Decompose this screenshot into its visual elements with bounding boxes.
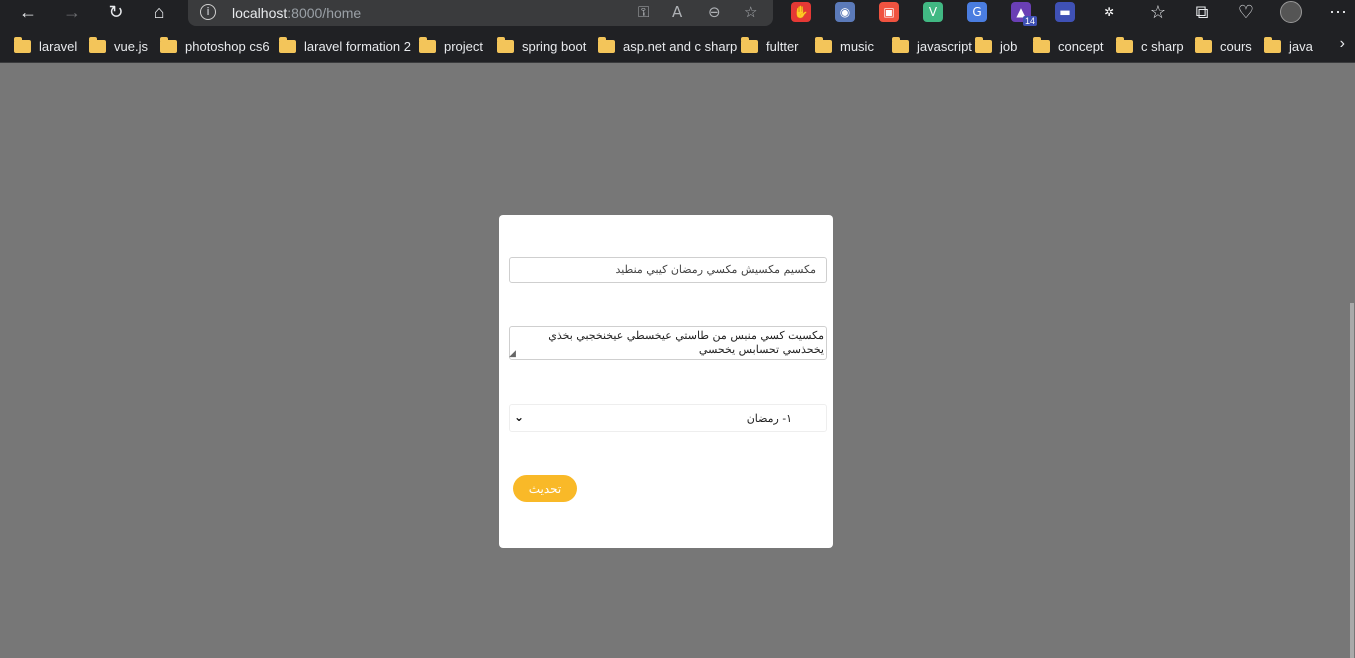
bookmark-label: laravel formation 2 [304, 38, 411, 54]
collections-icon[interactable]: ⧉ [1188, 0, 1216, 24]
extension-badge: 14 [1022, 16, 1037, 26]
folder-icon [160, 36, 177, 53]
bookmark-item[interactable]: project [419, 36, 484, 55]
folder-icon [892, 36, 909, 53]
category-select[interactable]: ١- رمضان ⌄ [509, 404, 827, 432]
bookmark-item[interactable]: laravel [14, 36, 78, 55]
bookmark-label: concept [1058, 38, 1104, 54]
bookmark-label: fultter [766, 38, 799, 54]
bookmark-item[interactable]: vue.js [89, 36, 148, 55]
folder-icon [89, 36, 106, 53]
url-path: :8000/home [287, 5, 362, 21]
bookmark-item[interactable]: music [815, 36, 874, 55]
mortarboard-extension[interactable]: ▲ 14 [1011, 2, 1037, 26]
bookmark-item[interactable]: spring boot [497, 36, 587, 55]
chat-extension[interactable]: ▬ [1055, 2, 1075, 22]
folder-icon [1033, 36, 1050, 53]
bookmark-label: project [444, 38, 484, 54]
vue-extension[interactable]: V [923, 2, 943, 22]
folder-icon [975, 36, 992, 53]
translate-extension[interactable]: G [967, 2, 987, 22]
folder-icon [279, 36, 296, 53]
resize-grip-icon[interactable]: ◢ [509, 350, 518, 359]
home-icon[interactable]: ⌂ [145, 0, 173, 24]
favorites-icon[interactable]: ☆ [1144, 0, 1172, 24]
bookmark-item[interactable]: laravel formation 2 [279, 36, 411, 55]
read-aloud-icon[interactable]: A [672, 3, 682, 21]
folder-icon [497, 36, 514, 53]
folder-icon [815, 36, 832, 53]
bookmark-label: vue.js [114, 38, 148, 54]
bookmark-item[interactable]: java [1264, 36, 1313, 55]
bookmark-label: photoshop cs6 [185, 38, 270, 54]
bookmark-item[interactable]: concept [1033, 36, 1104, 55]
browser-toolbar: ← → ↻ ⌂ i localhost:8000/home ⚿ A ⊖ ☆ ✋ ◉… [0, 0, 1355, 28]
bookmark-item[interactable]: photoshop cs6 [160, 36, 270, 55]
refresh-icon[interactable]: ↻ [102, 0, 130, 24]
description-textarea[interactable]: مكسيت كسي منبس من طاستي عيخسطي عيخنخجبي … [509, 326, 827, 360]
folder-icon [419, 36, 436, 53]
bookmark-label: javascript [917, 38, 972, 54]
key-icon[interactable]: ⚿ [638, 3, 649, 21]
folder-icon [741, 36, 758, 53]
bookmark-item[interactable]: job [975, 36, 1018, 55]
folder-icon [1195, 36, 1212, 53]
folder-icon [14, 36, 31, 53]
folder-icon [1264, 36, 1281, 53]
bookmark-label: asp.net and c sharp [623, 38, 738, 54]
bookmark-label: music [840, 38, 874, 54]
address-bar[interactable]: i localhost:8000/home ⚿ A ⊖ ☆ [188, 0, 773, 26]
bookmark-label: cours [1220, 38, 1252, 54]
bookmark-label: spring boot [522, 38, 587, 54]
folder-icon [1116, 36, 1133, 53]
browser-essentials-icon[interactable]: ♡ [1232, 0, 1260, 24]
more-icon[interactable]: ⋯ [1324, 0, 1352, 24]
chevron-down-icon: ⌄ [514, 410, 525, 424]
select-value: ١- رمضان [746, 412, 792, 425]
bookmark-label: laravel [39, 38, 78, 54]
bookmark-item[interactable]: javascript [892, 36, 972, 55]
puzzle-extension[interactable]: ✲ [1099, 2, 1119, 22]
scrollbar-thumb[interactable] [1350, 303, 1354, 658]
forward-icon[interactable]: → [58, 0, 86, 24]
bookmark-label: c sharp [1141, 38, 1184, 54]
chevron-right-icon[interactable]: › [1340, 35, 1345, 53]
adblock-extension[interactable]: ✋ [791, 2, 811, 22]
edit-modal: مكسيم مكسيش مكسي رمضان كيبي منطيد مكسيت … [499, 215, 833, 548]
bookmark-item[interactable]: c sharp [1116, 36, 1184, 55]
bookmark-label: job [1000, 38, 1018, 54]
profile-icon[interactable] [1277, 0, 1305, 24]
update-button[interactable]: تحديث [513, 475, 577, 502]
zoom-out-icon[interactable]: ⊖ [708, 3, 721, 21]
folder-icon [598, 36, 615, 53]
bookmark-label: java [1289, 38, 1313, 54]
add-favorite-icon[interactable]: ☆ [744, 3, 757, 21]
url-text: localhost:8000/home [232, 5, 361, 21]
url-host: localhost [232, 5, 288, 21]
bookmarks-bar: laravel vue.js photoshop cs6 laravel format… [0, 28, 1355, 63]
bookmark-item[interactable]: asp.net and c sharp [598, 36, 738, 55]
circle-extension[interactable]: ◉ [835, 2, 855, 22]
name-input[interactable]: مكسيم مكسيش مكسي رمضان كيبي منطيد [509, 257, 827, 283]
bookmark-item[interactable]: cours [1195, 36, 1252, 55]
laravel-extension[interactable]: ▣ [879, 2, 899, 22]
site-info-icon[interactable]: i [200, 4, 216, 20]
page-scrollbar[interactable] [1349, 63, 1355, 658]
back-icon[interactable]: ← [14, 0, 42, 24]
bookmark-item[interactable]: fultter [741, 36, 799, 55]
